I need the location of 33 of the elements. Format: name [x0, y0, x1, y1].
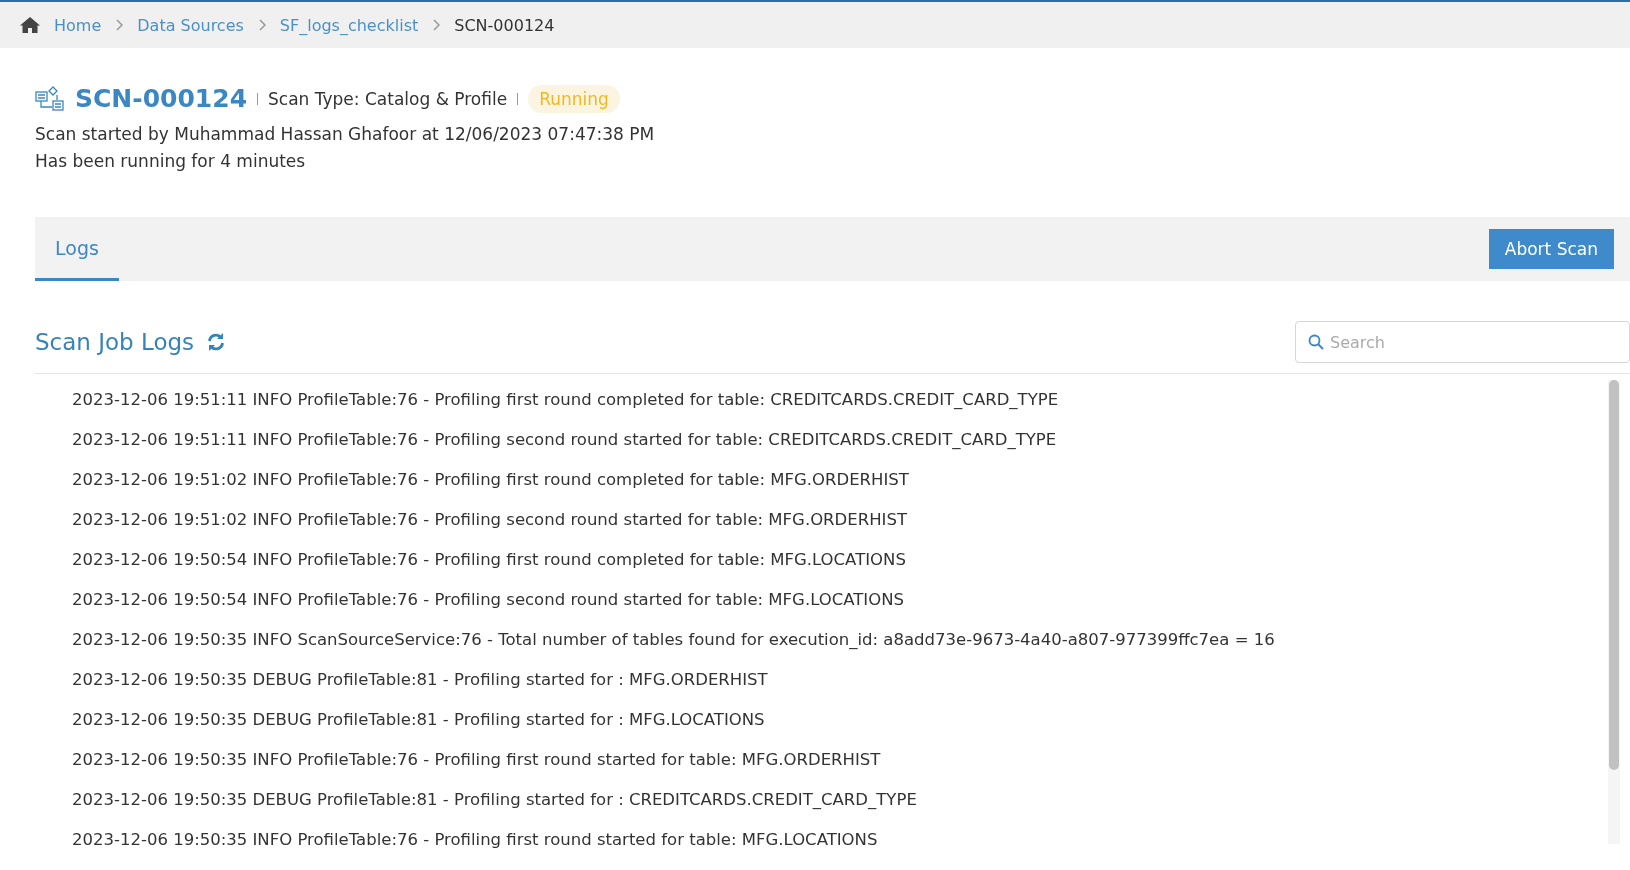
- scrollbar[interactable]: [1608, 380, 1620, 844]
- log-line: 2023-12-06 19:50:35 INFO ProfileTable:76 - Profiling first round started for table: MFG.LOCATIONS: [72, 829, 879, 851]
- chevron-icon: [257, 19, 266, 31]
- status-badge: Running: [528, 84, 620, 113]
- refresh-icon[interactable]: [206, 332, 227, 352]
- logs-tab[interactable]: Logs: [35, 217, 119, 281]
- log-line: 2023-12-06 19:50:54 INFO ProfileTable:76 - Profiling first round completed for table: MFG.LOCATIONS: [72, 549, 907, 571]
- section-title: Scan Job Logs: [35, 329, 195, 355]
- log-line: 2023-12-06 19:50:35 DEBUG ProfileTable:81 - Profiling started for : CREDITCARDS.CREDIT_CARD_TYPE: [72, 789, 918, 811]
- scan-icon: [35, 85, 65, 112]
- chevron-icon: [115, 19, 124, 31]
- log-line: 2023-12-06 19:51:02 INFO ProfileTable:76 - Profiling second round started for table: MFG.ORDERHIST: [72, 509, 908, 531]
- breadcrumb-current: SCN-000124: [454, 15, 555, 35]
- log-line: 2023-12-06 19:51:11 INFO ProfileTable:76 - Profiling first round completed for table: CREDITCARDS.CREDIT_CARD_TYPE: [72, 389, 1060, 411]
- running-duration-text: Has been running for 4 minutes: [35, 150, 307, 173]
- scan-id-title: SCN-000124: [75, 84, 248, 113]
- log-line: 2023-12-06 19:50:35 DEBUG ProfileTable:81 - Profiling started for : MFG.LOCATIONS: [72, 709, 766, 731]
- home-icon[interactable]: [20, 16, 40, 34]
- log-line: 2023-12-06 19:50:35 INFO ScanSourceService:76 - Total number of tables found for execution_id: a8add73e-9673-4a40-a807-977399ffc7ea = 16: [72, 629, 1276, 651]
- log-line: 2023-12-06 19:51:11 INFO ProfileTable:76 - Profiling second round started for table: CREDITCARDS.CREDIT_CARD_TYPE: [72, 429, 1058, 451]
- search-field[interactable]: Search: [1295, 321, 1630, 363]
- abort-scan-button[interactable]: Abort Scan: [1488, 229, 1614, 269]
- scan-type-text: Scan Type: Catalog & Profile: [268, 88, 508, 109]
- log-line: 2023-12-06 19:50:54 INFO ProfileTable:76 - Profiling second round started for table: MFG.LOCATIONS: [72, 589, 905, 611]
- log-line: 2023-12-06 19:51:02 INFO ProfileTable:76 - Profiling first round completed for table: MFG.ORDERHIST: [72, 469, 910, 491]
- chevron-icon: [432, 19, 441, 31]
- search-icon: [1308, 334, 1324, 350]
- breadcrumb-link[interactable]: SF_logs_checklist: [279, 15, 419, 35]
- scan-started-text: Scan started by Muhammad Hassan Ghafoor at 12/06/2023 07:47:38 PM: [35, 123, 656, 146]
- log-line: 2023-12-06 19:50:35 DEBUG ProfileTable:81 - Profiling started for : MFG.ORDERHIST: [72, 669, 769, 691]
- breadcrumb-link[interactable]: Data Sources: [137, 15, 244, 35]
- breadcrumb-link[interactable]: Home: [54, 15, 102, 35]
- log-line: 2023-12-06 19:50:35 INFO ProfileTable:76 - Profiling first round started for table: MFG.ORDERHIST: [72, 749, 882, 771]
